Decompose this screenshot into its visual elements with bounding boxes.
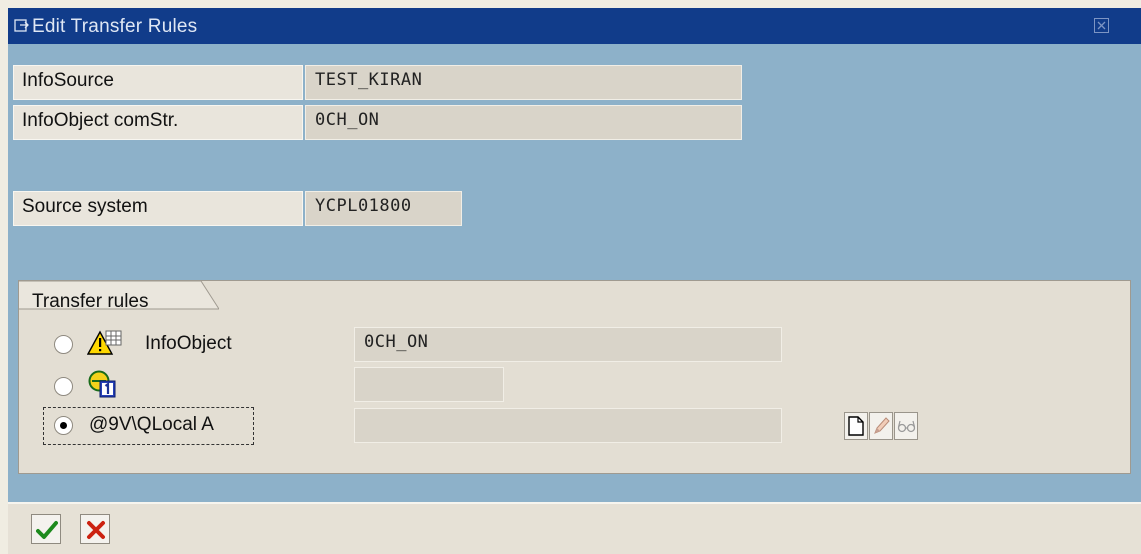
infosource-label: InfoSource — [13, 65, 303, 100]
edit-transfer-rules-dialog: Edit Transfer Rules InfoSource TEST_KIRA… — [8, 8, 1141, 554]
row-field-local[interactable] — [354, 408, 782, 443]
action-bar — [8, 502, 1141, 554]
row-field-infoobject[interactable]: 0CH_ON — [354, 327, 782, 362]
create-button[interactable] — [844, 412, 868, 440]
cross-icon — [87, 521, 105, 539]
create-icon — [848, 416, 864, 436]
window-title: Edit Transfer Rules — [32, 16, 198, 37]
radio-constant[interactable] — [54, 377, 73, 396]
infosource-field[interactable]: TEST_KIRAN — [305, 65, 742, 100]
title-bar: Edit Transfer Rules — [8, 8, 1141, 44]
infoobject-comstr-label: InfoObject comStr. — [13, 105, 303, 140]
edit-button[interactable] — [869, 412, 893, 440]
constant-icon — [88, 370, 118, 400]
checkmark-icon — [36, 521, 58, 539]
window-menu-icon[interactable] — [14, 18, 29, 33]
infoobject-comstr-field[interactable]: 0CH_ON — [305, 105, 742, 140]
warning-grid-icon — [86, 328, 123, 358]
close-button[interactable] — [1094, 18, 1109, 33]
transfer-rules-group: Transfer rules InfoObject 0CH_ON @9V\QLo… — [18, 280, 1131, 474]
transfer-rules-title: Transfer rules — [32, 291, 149, 312]
source-system-field[interactable]: YCPL01800 — [305, 191, 462, 226]
display-button[interactable] — [894, 412, 918, 440]
source-system-label: Source system — [13, 191, 303, 226]
cancel-button[interactable] — [80, 514, 110, 544]
close-icon — [1097, 21, 1106, 30]
row-field-constant[interactable] — [354, 367, 504, 402]
dialog-body: InfoSource TEST_KIRAN InfoObject comStr.… — [8, 44, 1141, 502]
confirm-button[interactable] — [31, 514, 61, 544]
row-label-local: @9V\QLocal A — [89, 414, 214, 435]
radio-local[interactable] — [54, 416, 73, 435]
action-bar-separator — [8, 502, 1141, 504]
radio-infoobject[interactable] — [54, 335, 73, 354]
row-label-infoobject: InfoObject — [145, 333, 232, 354]
display-glasses-icon — [897, 420, 916, 433]
edit-pencil-icon — [874, 417, 890, 434]
